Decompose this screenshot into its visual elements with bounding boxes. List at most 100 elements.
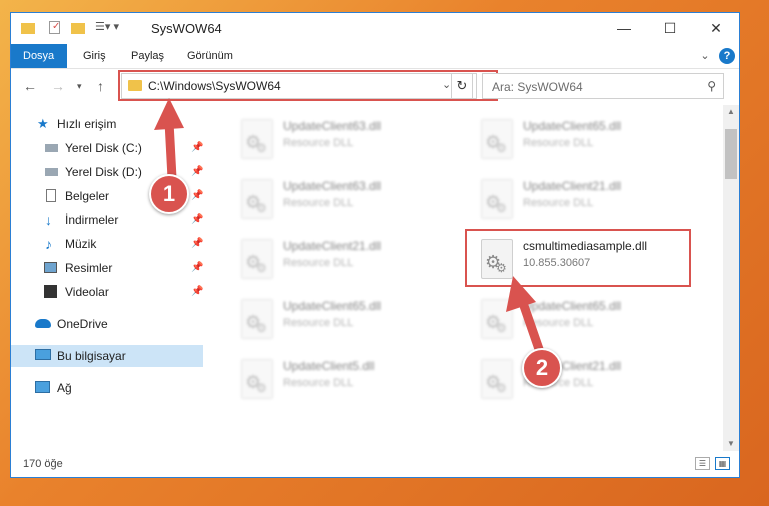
file-description: Resource DLL	[523, 317, 594, 329]
file-description: Resource DLL	[283, 197, 354, 209]
large-icons-view-icon[interactable]: ▦	[715, 457, 730, 470]
step-badge-1: 1	[149, 174, 189, 214]
search-placeholder: Ara: SysWOW64	[492, 80, 583, 94]
details-view-icon[interactable]: ☰	[695, 457, 710, 470]
file-item[interactable]: ⚙ ⚙ UpdateClient5.dll Resource DLL	[227, 353, 452, 403]
customize-qat-icon[interactable]: ☰▾ ▾	[95, 20, 125, 34]
dll-file-icon: ⚙ ⚙	[481, 299, 513, 339]
pictures-icon	[44, 262, 57, 273]
properties-icon[interactable]: ✓	[49, 21, 60, 34]
file-description: Resource DLL	[523, 197, 594, 209]
sidebar-item-label: Videolar	[65, 285, 109, 299]
recent-locations-icon[interactable]: ▾	[77, 81, 82, 92]
file-name: UpdateClient21.dll	[523, 179, 622, 193]
pin-icon[interactable]: 📌	[191, 281, 203, 303]
explorer-window: ✓ ☰▾ ▾ SysWOW64 — ☐ ✕ Dosya Giriş Paylaş…	[10, 12, 740, 478]
sidebar-item-this-pc[interactable]: Bu bilgisayar	[11, 345, 203, 367]
sidebar-item-label: OneDrive	[57, 317, 108, 331]
pin-icon[interactable]: 📌	[191, 233, 203, 255]
file-name: UpdateClient63.dll	[283, 119, 382, 133]
dll-file-icon: ⚙ ⚙	[241, 359, 273, 399]
up-arrow-icon[interactable]: ↑	[97, 78, 104, 94]
dll-file-icon: ⚙ ⚙	[241, 179, 273, 219]
pin-icon[interactable]: 📌	[191, 257, 203, 279]
forward-arrow-icon[interactable]: →	[51, 78, 65, 94]
pin-icon[interactable]: 📌	[191, 161, 203, 183]
music-note-icon: ♪	[45, 236, 52, 252]
address-highlight-box	[118, 70, 498, 101]
search-icon: ⚲	[707, 79, 716, 93]
file-item[interactable]: ⚙ ⚙ UpdateClient63.dll Resource DLL	[227, 173, 452, 223]
file-item[interactable]: ⚙ ⚙ UpdateClient65.dll Resource DLL	[467, 293, 692, 343]
file-highlight-box	[465, 229, 691, 287]
navigation-pane: ★ Hızlı erişim Yerel Disk (C:) 📌 Yerel D…	[11, 105, 207, 451]
sidebar-item-network[interactable]: Ağ	[11, 377, 203, 399]
sidebar-item-local-disk-c[interactable]: Yerel Disk (C:) 📌	[11, 137, 203, 159]
file-name: UpdateClient5.dll	[283, 359, 375, 373]
help-icon[interactable]: ?	[719, 48, 735, 64]
pin-icon[interactable]: 📌	[191, 137, 203, 159]
file-item[interactable]: ⚙ ⚙ UpdateClient21.dll Resource DLL	[467, 353, 692, 403]
navigation-row: ← → ▾ ↑ C:\Windows\SysWOW64 ⌄ ↻ Ara: Sys…	[11, 69, 739, 105]
file-description: Resource DLL	[283, 317, 354, 329]
dll-file-icon: ⚙ ⚙	[481, 359, 513, 399]
file-name: UpdateClient63.dll	[283, 179, 382, 193]
tab-file[interactable]: Dosya	[11, 44, 67, 68]
status-bar: 170 öğe ☰ ▦	[11, 451, 739, 477]
file-item[interactable]: ⚙ ⚙ UpdateClient21.dll Resource DLL	[227, 233, 452, 283]
sidebar-item-onedrive[interactable]: OneDrive	[11, 313, 203, 335]
sidebar-item-label: Yerel Disk (D:)	[65, 165, 142, 179]
sidebar-item-music[interactable]: ♪ Müzik 📌	[11, 233, 203, 255]
sidebar-item-label: Belgeler	[65, 189, 110, 203]
folder-icon	[21, 23, 35, 34]
file-name: UpdateClient65.dll	[523, 299, 622, 313]
network-icon	[35, 381, 50, 393]
sidebar-item-label: Resimler	[65, 261, 113, 275]
pin-icon[interactable]: 📌	[191, 209, 203, 231]
scroll-up-icon[interactable]: ▲	[723, 105, 739, 119]
sidebar-item-pictures[interactable]: Resimler 📌	[11, 257, 203, 279]
minimize-button[interactable]: —	[601, 13, 647, 44]
scroll-down-icon[interactable]: ▼	[723, 437, 739, 451]
film-icon	[44, 285, 57, 298]
file-description: Resource DLL	[283, 377, 354, 389]
expand-ribbon-icon[interactable]: ⌄	[697, 48, 713, 64]
window-title: SysWOW64	[151, 21, 222, 36]
file-item[interactable]: ⚙ ⚙ UpdateClient21.dll Resource DLL	[467, 173, 692, 223]
file-item[interactable]: ⚙ ⚙ UpdateClient65.dll Resource DLL	[467, 113, 692, 163]
drive-icon	[45, 168, 58, 176]
search-input[interactable]: Ara: SysWOW64 ⚲	[482, 73, 724, 99]
tab-view[interactable]: Görünüm	[175, 44, 245, 68]
tab-share[interactable]: Paylaş	[119, 44, 176, 68]
file-description: Resource DLL	[283, 257, 354, 269]
back-arrow-icon[interactable]: ←	[23, 78, 37, 94]
tab-home[interactable]: Giriş	[71, 44, 118, 68]
sidebar-item-label: Hızlı erişim	[57, 117, 117, 131]
dll-file-icon: ⚙ ⚙	[241, 239, 273, 279]
sidebar-item-label: Yerel Disk (C:)	[65, 141, 142, 155]
vertical-scrollbar[interactable]: ▲ ▼	[723, 105, 739, 451]
computer-icon	[35, 349, 51, 360]
documents-icon	[46, 189, 56, 202]
dll-file-icon: ⚙ ⚙	[481, 179, 513, 219]
star-icon: ★	[37, 116, 49, 131]
sidebar-item-label: Bu bilgisayar	[57, 349, 126, 363]
dll-file-icon: ⚙ ⚙	[241, 299, 273, 339]
file-name: UpdateClient65.dll	[283, 299, 382, 313]
file-item[interactable]: ⚙ ⚙ UpdateClient63.dll Resource DLL	[227, 113, 452, 163]
file-item[interactable]: ⚙ ⚙ UpdateClient65.dll Resource DLL	[227, 293, 452, 343]
sidebar-item-videos[interactable]: Videolar 📌	[11, 281, 203, 303]
close-button[interactable]: ✕	[693, 13, 739, 44]
pin-icon[interactable]: 📌	[191, 185, 203, 207]
file-description: Resource DLL	[283, 137, 354, 149]
sidebar-item-quick-access[interactable]: ★ Hızlı erişim	[11, 113, 203, 135]
new-folder-icon[interactable]	[71, 23, 85, 34]
title-bar: ✓ ☰▾ ▾ SysWOW64 — ☐ ✕	[11, 13, 739, 44]
maximize-button[interactable]: ☐	[647, 13, 693, 44]
sidebar-item-label: Ağ	[57, 381, 72, 395]
file-name: UpdateClient21.dll	[283, 239, 382, 253]
sidebar-item-label: Müzik	[65, 237, 97, 251]
step-badge-2: 2	[522, 348, 562, 388]
scroll-thumb[interactable]	[725, 129, 737, 179]
drive-icon	[45, 144, 58, 152]
